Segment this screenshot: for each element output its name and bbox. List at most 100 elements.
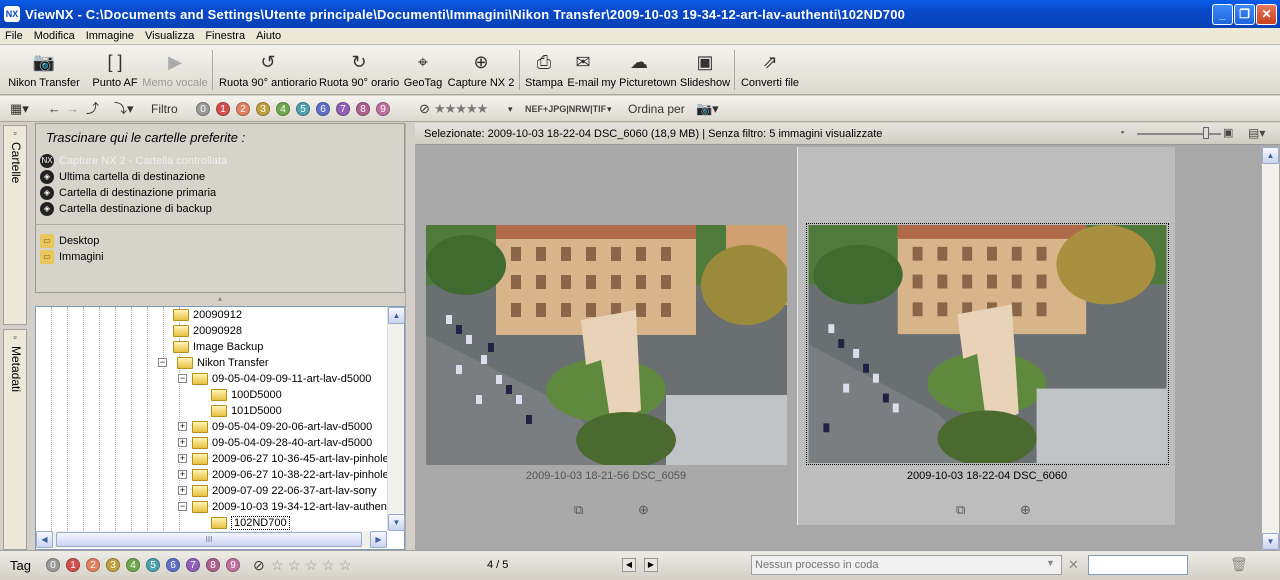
label-filter-7[interactable]: 7 [336, 102, 350, 116]
tree-item[interactable]: −09-05-04-09-09-11-art-lav-d5000 [178, 371, 371, 387]
search-input[interactable] [1088, 555, 1188, 575]
sort-by-label[interactable]: Ordina per [628, 100, 685, 118]
picturetown-button[interactable]: ☁ my Picturetown [601, 48, 677, 92]
expand-toggle[interactable]: + [178, 486, 187, 495]
expand-toggle[interactable]: + [178, 422, 187, 431]
tree-item[interactable]: 20090928 [173, 323, 242, 339]
memo-vocale-button[interactable]: ▶ Memo vocale [142, 48, 208, 92]
rating-star-icon[interactable]: ☆ [339, 556, 352, 574]
geotag-globe-icon[interactable]: ⊕ [1020, 502, 1031, 518]
menu-visualizza[interactable]: Visualizza [145, 30, 194, 42]
print-button[interactable]: ⎙ Stampa [524, 48, 564, 92]
tab-folders[interactable]: ▫ Cartelle [3, 125, 27, 325]
menu-modifica[interactable]: Modifica [34, 30, 75, 42]
label-filter-9[interactable]: 9 [376, 102, 390, 116]
rating-star-icon[interactable]: ☆ [271, 556, 284, 574]
back-arrow-icon[interactable]: ← [48, 100, 61, 118]
scroll-up-button[interactable]: ▲ [1262, 147, 1279, 164]
tag-label-5[interactable]: 5 [146, 558, 160, 572]
file-type-filter[interactable]: NEF+JPG|NRW|TIF [525, 100, 606, 118]
folder-up-icon[interactable]: ⤴ [86, 100, 99, 118]
file-type-dropdown-icon[interactable]: ▾ [607, 100, 612, 118]
tag-label-6[interactable]: 6 [166, 558, 180, 572]
label-filter-3[interactable]: 3 [256, 102, 270, 116]
thumbnail-cell[interactable]: 2009-10-03 18-21-56 DSC_6059 ⧉ ⊕ [416, 147, 796, 525]
tab-metadata[interactable]: ▫ Metadati [3, 329, 27, 550]
no-rating-icon[interactable]: ⊘ [419, 100, 430, 118]
favorite-item[interactable]: ▭ Desktop [40, 233, 99, 249]
thumbnail-cell-selected[interactable]: 2009-10-03 18-22-04 DSC_6060 ⧉ ⊕ [797, 147, 1175, 525]
favorites-splitter[interactable]: ▴ [35, 294, 405, 305]
scroll-down-button[interactable]: ▼ [388, 514, 405, 531]
tag-label-0[interactable]: 0 [46, 558, 60, 572]
expand-toggle[interactable]: + [178, 454, 187, 463]
tree-item-selected[interactable]: 102ND700 [211, 515, 290, 531]
next-image-button[interactable]: ▶ [644, 558, 658, 572]
sort-camera-icon[interactable]: 📷▾ [696, 100, 719, 118]
similar-images-icon[interactable]: ⧉ [574, 502, 583, 518]
tree-item[interactable]: +09-05-04-09-20-06-art-lav-d5000 [178, 419, 372, 435]
tag-label-1[interactable]: 1 [66, 558, 80, 572]
tree-item[interactable]: 101D5000 [211, 403, 282, 419]
favorite-item[interactable]: NX Capture NX 2 - Cartella controllata [40, 153, 227, 169]
similar-images-icon[interactable]: ⧉ [956, 502, 965, 518]
view-mode-icon[interactable]: ▤▾ [1248, 126, 1265, 140]
punto-af-button[interactable]: [ ] Punto AF [88, 48, 142, 92]
maximize-button[interactable]: ❐ [1234, 4, 1255, 25]
trash-icon[interactable]: 🗑 [1230, 556, 1248, 573]
tree-vertical-scrollbar[interactable]: ▲ ▼ [387, 307, 405, 531]
no-rating-icon[interactable]: ⊘ [253, 556, 265, 574]
rating-dropdown-icon[interactable]: ▾ [508, 100, 513, 118]
thumbnail-image[interactable] [806, 223, 1169, 465]
slideshow-button[interactable]: ▣ Slideshow [679, 48, 731, 92]
scroll-up-button[interactable]: ▲ [388, 307, 405, 324]
tag-label-3[interactable]: 3 [106, 558, 120, 572]
email-button[interactable]: ✉ E-mail [566, 48, 600, 92]
process-queue-dropdown[interactable]: ▼ [751, 555, 1062, 575]
rotate-cw-button[interactable]: ↻ Ruota 90° orario [319, 48, 399, 92]
large-thumbnail-icon[interactable]: ▣ [1223, 126, 1233, 139]
favorite-item[interactable]: ◈ Cartella di destinazione primaria [40, 185, 216, 201]
nikon-transfer-button[interactable]: 📷 Nikon Transfer [6, 48, 82, 92]
rating-star-icon[interactable]: ☆ [305, 556, 318, 574]
menu-file[interactable]: File [5, 30, 23, 42]
scroll-left-button[interactable]: ◀ [36, 531, 53, 548]
panel-splitter[interactable] [405, 123, 415, 550]
grid-view-icon[interactable]: ▦▾ [10, 100, 29, 118]
forward-arrow-icon[interactable]: → [66, 100, 79, 118]
favorite-item[interactable]: ◈ Cartella destinazione di backup [40, 201, 212, 217]
collapse-toggle[interactable]: − [158, 358, 167, 367]
tree-horizontal-scrollbar[interactable]: ◀ III ▶ [36, 531, 387, 548]
thumbnail-size-handle[interactable] [1203, 127, 1209, 139]
tree-item[interactable]: − Nikon Transfer [158, 355, 269, 371]
tree-item[interactable]: Image Backup [173, 339, 263, 355]
tree-item[interactable]: +2009-07-09 22-06-37-art-lav-sony [178, 483, 376, 499]
convert-files-button[interactable]: ⇗ Converti file [738, 48, 802, 92]
menu-aiuto[interactable]: Aiuto [256, 30, 281, 42]
scroll-right-button[interactable]: ▶ [370, 531, 387, 548]
tag-label-2[interactable]: 2 [86, 558, 100, 572]
label-filter-5[interactable]: 5 [296, 102, 310, 116]
label-filter-2[interactable]: 2 [236, 102, 250, 116]
chevron-down-icon[interactable]: ▼ [1046, 558, 1055, 568]
label-filter-0[interactable]: 0 [196, 102, 210, 116]
cancel-queue-icon[interactable]: ✕ [1068, 557, 1079, 573]
menu-finestra[interactable]: Finestra [205, 30, 245, 42]
rating-stars-filter[interactable]: ★★★★★ [434, 100, 488, 118]
tag-label-4[interactable]: 4 [126, 558, 140, 572]
favorite-item[interactable]: ▭ Immagini [40, 249, 104, 265]
capture-nx2-button[interactable]: ⊕ Capture NX 2 [446, 48, 516, 92]
small-thumbnail-icon[interactable]: ▪ [1121, 127, 1124, 137]
expand-toggle[interactable]: + [178, 470, 187, 479]
geotag-globe-icon[interactable]: ⊕ [638, 502, 649, 518]
collapse-toggle[interactable]: − [178, 374, 187, 383]
tree-item[interactable]: +2009-06-27 10-38-22-art-lav-pinhole [178, 467, 389, 483]
tree-item[interactable]: −2009-10-03 19-34-12-art-lav-authenti [178, 499, 392, 515]
close-button[interactable]: ✕ [1256, 4, 1277, 25]
scroll-down-button[interactable]: ▼ [1262, 533, 1279, 550]
folder-down-icon[interactable]: ⤵▾ [114, 100, 134, 118]
expand-toggle[interactable]: + [178, 438, 187, 447]
thumbnail-image[interactable] [426, 225, 787, 465]
rating-star-icon[interactable]: ☆ [322, 556, 335, 574]
tag-label-9[interactable]: 9 [226, 558, 240, 572]
